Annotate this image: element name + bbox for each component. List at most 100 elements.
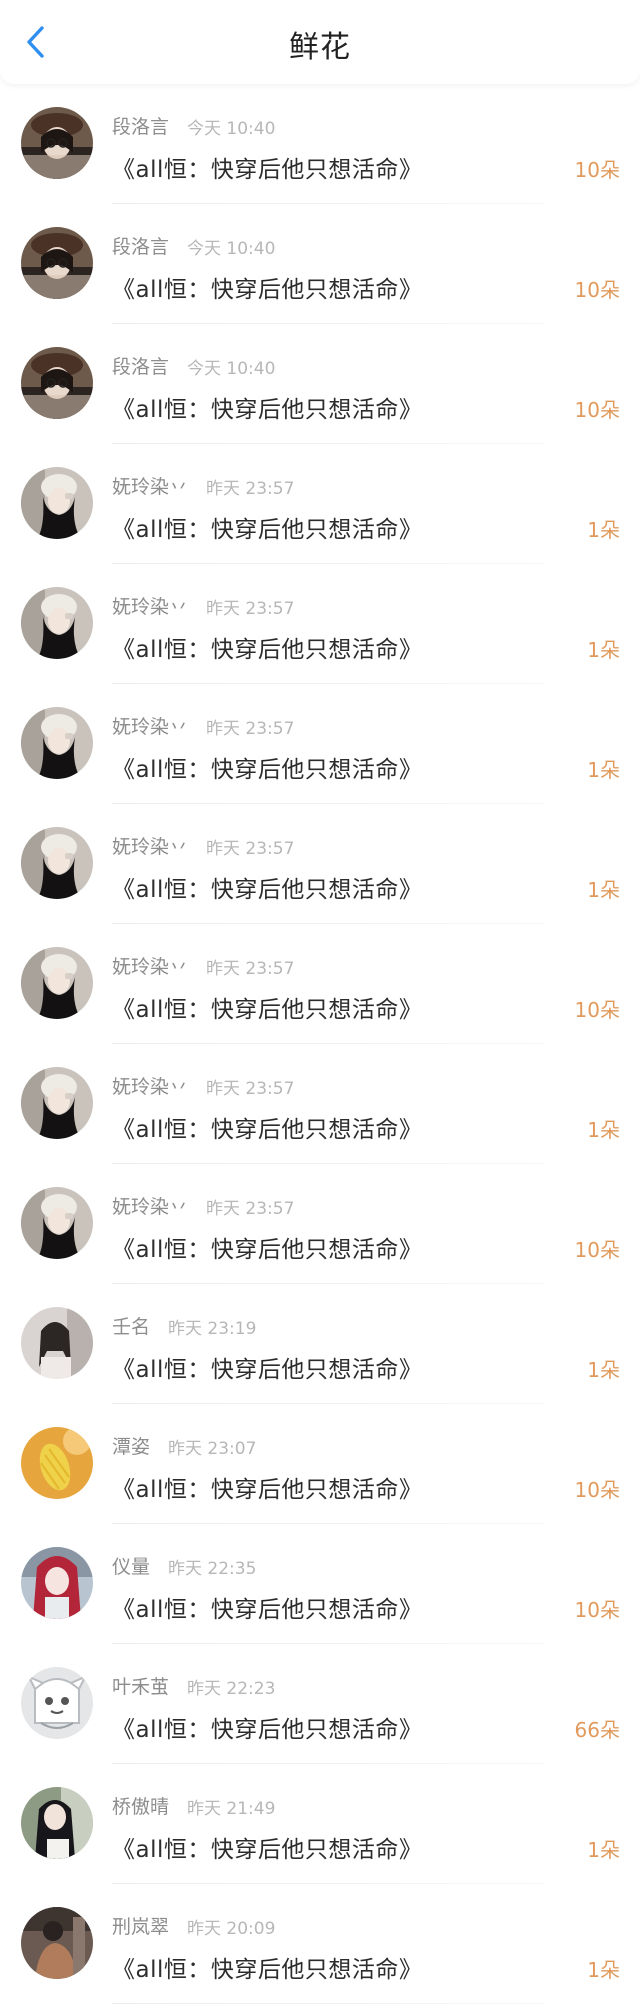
avatar[interactable] bbox=[21, 1427, 93, 1499]
flower-count: 10朵 bbox=[574, 398, 620, 422]
timestamp: 昨天 23:57 bbox=[206, 719, 295, 739]
avatar[interactable] bbox=[21, 827, 93, 899]
book-title: 《all恒：快穿后他只想活命》 bbox=[112, 637, 423, 663]
avatar[interactable] bbox=[21, 1907, 93, 1979]
avatar[interactable] bbox=[21, 1667, 93, 1739]
timestamp: 昨天 23:57 bbox=[206, 479, 295, 499]
user-name[interactable]: 妩玲染丷 bbox=[112, 472, 188, 499]
list-item[interactable]: 叶禾茧 昨天 22:23 《all恒：快穿后他只想活命》 66朵 bbox=[0, 1644, 640, 1764]
avatar[interactable] bbox=[21, 1307, 93, 1379]
top-bar: 鲜花 bbox=[0, 0, 640, 84]
book-title: 《all恒：快穿后他只想活命》 bbox=[112, 1357, 423, 1383]
list-item[interactable]: 妩玲染丷 昨天 23:57 《all恒：快穿后他只想活命》 10朵 bbox=[0, 924, 640, 1044]
list-item[interactable]: 妩玲染丷 昨天 23:57 《all恒：快穿后他只想活命》 1朵 bbox=[0, 684, 640, 804]
avatar[interactable] bbox=[21, 1547, 93, 1619]
list-item[interactable]: 潭姿 昨天 23:07 《all恒：快穿后他只想活命》 10朵 bbox=[0, 1404, 640, 1524]
list-item[interactable]: 妩玲染丷 昨天 23:57 《all恒：快穿后他只想活命》 10朵 bbox=[0, 1164, 640, 1284]
avatar[interactable] bbox=[21, 587, 93, 659]
user-name[interactable]: 妩玲染丷 bbox=[112, 712, 188, 739]
flower-count: 66朵 bbox=[574, 1718, 620, 1742]
avatar[interactable] bbox=[21, 1187, 93, 1259]
flowers-page: 鲜花 段洛言 今天 10:40 《all恒：快穿后他只想活命》 10朵 段洛言 今天 10… bbox=[0, 0, 640, 2007]
book-title: 《all恒：快穿后他只想活命》 bbox=[112, 157, 423, 183]
list-item[interactable]: 桥傲晴 昨天 21:49 《all恒：快穿后他只想活命》 1朵 bbox=[0, 1764, 640, 1884]
user-name[interactable]: 桥傲晴 bbox=[112, 1792, 169, 1819]
flower-count: 10朵 bbox=[574, 158, 620, 182]
book-title: 《all恒：快穿后他只想活命》 bbox=[112, 1477, 423, 1503]
flower-count: 10朵 bbox=[574, 998, 620, 1022]
timestamp: 昨天 23:57 bbox=[206, 839, 295, 859]
book-title: 《all恒：快穿后他只想活命》 bbox=[112, 997, 423, 1023]
user-name[interactable]: 妩玲染丷 bbox=[112, 592, 188, 619]
avatar[interactable] bbox=[21, 1787, 93, 1859]
timestamp: 昨天 23:57 bbox=[206, 1079, 295, 1099]
list-item[interactable]: 壬名 昨天 23:19 《all恒：快穿后他只想活命》 1朵 bbox=[0, 1284, 640, 1404]
flower-count: 1朵 bbox=[587, 1358, 620, 1382]
book-title: 《all恒：快穿后他只想活命》 bbox=[112, 757, 423, 783]
list-item[interactable]: 妩玲染丷 昨天 23:57 《all恒：快穿后他只想活命》 1朵 bbox=[0, 804, 640, 924]
flower-count: 10朵 bbox=[574, 1598, 620, 1622]
list-item[interactable]: 段洛言 今天 10:40 《all恒：快穿后他只想活命》 10朵 bbox=[0, 84, 640, 204]
flower-count: 1朵 bbox=[587, 758, 620, 782]
flower-count: 1朵 bbox=[587, 1838, 620, 1862]
timestamp: 昨天 23:57 bbox=[206, 1199, 295, 1219]
list-item[interactable]: 仪量 昨天 22:35 《all恒：快穿后他只想活命》 10朵 bbox=[0, 1524, 640, 1644]
avatar[interactable] bbox=[21, 107, 93, 179]
user-name[interactable]: 段洛言 bbox=[112, 352, 169, 379]
timestamp: 今天 10:40 bbox=[187, 359, 276, 379]
user-name[interactable]: 叶禾茧 bbox=[112, 1672, 169, 1699]
list-item[interactable]: 刑岚翠 昨天 20:09 《all恒：快穿后他只想活命》 1朵 bbox=[0, 1884, 640, 2004]
avatar[interactable] bbox=[21, 227, 93, 299]
flower-count: 1朵 bbox=[587, 878, 620, 902]
timestamp: 昨天 20:09 bbox=[187, 1919, 276, 1939]
avatar[interactable] bbox=[21, 707, 93, 779]
list-item[interactable]: 妩玲染丷 昨天 23:57 《all恒：快穿后他只想活命》 1朵 bbox=[0, 1044, 640, 1164]
book-title: 《all恒：快穿后他只想活命》 bbox=[112, 1717, 423, 1743]
flower-count: 1朵 bbox=[587, 518, 620, 542]
user-name[interactable]: 潭姿 bbox=[112, 1432, 150, 1459]
book-title: 《all恒：快穿后他只想活命》 bbox=[112, 517, 423, 543]
flower-count: 1朵 bbox=[587, 1118, 620, 1142]
list-item[interactable]: 段洛言 今天 10:40 《all恒：快穿后他只想活命》 10朵 bbox=[0, 324, 640, 444]
flower-count: 10朵 bbox=[574, 278, 620, 302]
avatar[interactable] bbox=[21, 347, 93, 419]
avatar[interactable] bbox=[21, 1067, 93, 1139]
book-title: 《all恒：快穿后他只想活命》 bbox=[112, 1117, 423, 1143]
flower-count: 10朵 bbox=[574, 1478, 620, 1502]
book-title: 《all恒：快穿后他只想活命》 bbox=[112, 397, 423, 423]
user-name[interactable]: 妩玲染丷 bbox=[112, 952, 188, 979]
timestamp: 昨天 22:35 bbox=[168, 1559, 257, 1579]
user-name[interactable]: 妩玲染丷 bbox=[112, 1072, 188, 1099]
timestamp: 昨天 21:49 bbox=[187, 1799, 276, 1819]
list-item[interactable]: 妩玲染丷 昨天 23:57 《all恒：快穿后他只想活命》 1朵 bbox=[0, 444, 640, 564]
flower-count: 10朵 bbox=[574, 1238, 620, 1262]
flower-count: 1朵 bbox=[587, 1958, 620, 1982]
page-title: 鲜花 bbox=[289, 30, 351, 65]
timestamp: 昨天 22:23 bbox=[187, 1679, 276, 1699]
book-title: 《all恒：快穿后他只想活命》 bbox=[112, 1237, 423, 1263]
book-title: 《all恒：快穿后他只想活命》 bbox=[112, 277, 423, 303]
flower-count: 1朵 bbox=[587, 638, 620, 662]
avatar[interactable] bbox=[21, 467, 93, 539]
timestamp: 昨天 23:07 bbox=[168, 1439, 257, 1459]
timestamp: 昨天 23:57 bbox=[206, 599, 295, 619]
user-name[interactable]: 段洛言 bbox=[112, 232, 169, 259]
user-name[interactable]: 妩玲染丷 bbox=[112, 1192, 188, 1219]
timestamp: 昨天 23:57 bbox=[206, 959, 295, 979]
list-item[interactable]: 段洛言 今天 10:40 《all恒：快穿后他只想活命》 10朵 bbox=[0, 204, 640, 324]
book-title: 《all恒：快穿后他只想活命》 bbox=[112, 1597, 423, 1623]
list-item[interactable]: 妩玲染丷 昨天 23:57 《all恒：快穿后他只想活命》 1朵 bbox=[0, 564, 640, 684]
user-name[interactable]: 仪量 bbox=[112, 1552, 150, 1579]
book-title: 《all恒：快穿后他只想活命》 bbox=[112, 1957, 423, 1983]
book-title: 《all恒：快穿后他只想活命》 bbox=[112, 877, 423, 903]
avatar[interactable] bbox=[21, 947, 93, 1019]
timestamp: 今天 10:40 bbox=[187, 119, 276, 139]
user-name[interactable]: 壬名 bbox=[112, 1312, 150, 1339]
gift-list: 段洛言 今天 10:40 《all恒：快穿后他只想活命》 10朵 段洛言 今天 10:40… bbox=[0, 84, 640, 2004]
book-title: 《all恒：快穿后他只想活命》 bbox=[112, 1837, 423, 1863]
user-name[interactable]: 段洛言 bbox=[112, 112, 169, 139]
divider bbox=[112, 2003, 544, 2004]
timestamp: 今天 10:40 bbox=[187, 239, 276, 259]
user-name[interactable]: 刑岚翠 bbox=[112, 1912, 169, 1939]
user-name[interactable]: 妩玲染丷 bbox=[112, 832, 188, 859]
